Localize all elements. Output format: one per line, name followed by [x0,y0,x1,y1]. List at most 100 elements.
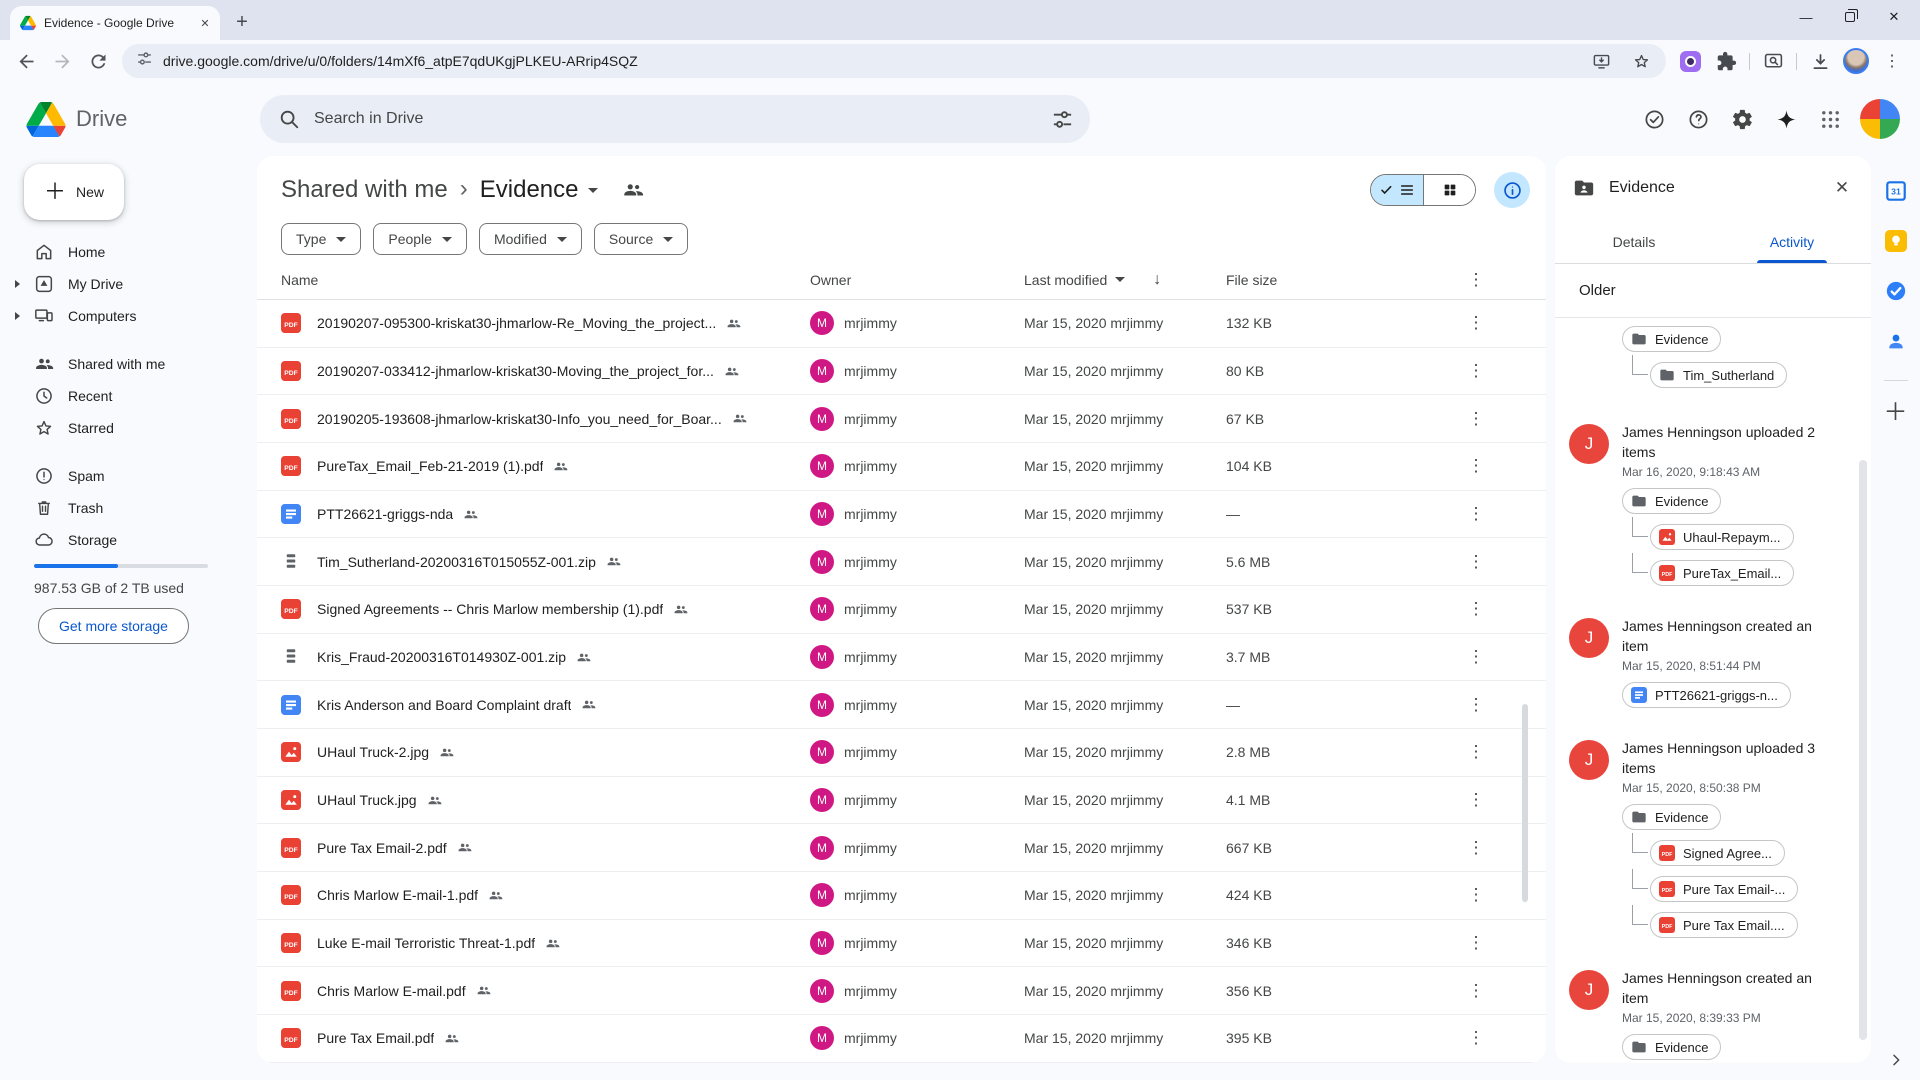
browser-tab[interactable]: Evidence - Google Drive ✕ [10,6,220,40]
file-row[interactable]: PDF Signed Agreements -- Chris Marlow me… [257,586,1546,634]
activity-item-chip[interactable]: Evidence [1622,1034,1721,1060]
filter-chip-people[interactable]: People [373,223,467,255]
file-more-actions-button[interactable]: ⋮ [1468,981,1485,1001]
sidebar-item-shared-with-me[interactable]: Shared with me [0,348,257,380]
search-options-icon[interactable] [1042,99,1082,139]
file-row[interactable]: UHaul Truck-2.jpg M mrjimmy Mar 15, 2020… [257,729,1546,777]
sidebar-item-my-drive[interactable]: My Drive [0,268,257,300]
sort-direction-icon[interactable]: ↓ [1153,271,1161,289]
file-more-actions-button[interactable]: ⋮ [1468,885,1485,905]
file-more-actions-button[interactable]: ⋮ [1468,790,1485,810]
settings-gear-icon[interactable] [1722,99,1762,139]
new-tab-button[interactable]: + [228,8,256,36]
sidebar-item-storage[interactable]: Storage [0,524,257,556]
sidebar-item-computers[interactable]: Computers [0,300,257,332]
file-row[interactable]: PDF Pure Tax Email-2.pdf M mrjimmy Mar 1… [257,824,1546,872]
browser-profile-avatar[interactable] [1838,44,1874,78]
details-info-button[interactable] [1494,172,1530,208]
forward-button[interactable] [44,44,80,78]
file-more-actions-button[interactable]: ⋮ [1468,504,1485,524]
activity-item-chip[interactable]: Tim_Sutherland [1650,362,1787,388]
window-close-button[interactable]: ✕ [1872,0,1916,34]
file-row[interactable]: PDF 20190205-193608-jhmarlow-kriskat30-I… [257,395,1546,443]
new-button[interactable]: ＋ New [24,164,124,220]
file-more-actions-button[interactable]: ⋮ [1468,313,1485,333]
reload-button[interactable] [80,44,116,78]
get-more-storage-button[interactable]: Get more storage [38,608,189,644]
offline-status-icon[interactable] [1634,99,1674,139]
column-header-name[interactable]: Name [281,272,810,288]
file-more-actions-button[interactable]: ⋮ [1468,361,1485,381]
tab-search-icon[interactable] [1755,44,1791,78]
file-row[interactable]: PDF Pure Tax Email.pdf M mrjimmy Mar 15,… [257,1015,1546,1063]
file-row[interactable]: UHaul Truck.jpg M mrjimmy Mar 15, 2020 m… [257,777,1546,825]
close-panel-icon[interactable]: ✕ [1827,173,1857,203]
google-apps-grid-icon[interactable] [1810,99,1850,139]
breadcrumb-parent[interactable]: Shared with me [281,176,448,204]
install-app-icon[interactable] [1586,46,1616,76]
filter-chip-type[interactable]: Type [281,223,361,255]
file-more-actions-button[interactable]: ⋮ [1468,1028,1485,1048]
window-minimize-button[interactable]: — [1784,0,1828,34]
contacts-icon[interactable] [1885,330,1907,352]
tab-details[interactable]: Details [1555,220,1713,263]
file-row[interactable]: PDF PureTax_Email_Feb-21-2019 (1).pdf M … [257,443,1546,491]
search-input[interactable]: Search in Drive [260,95,1090,143]
file-more-actions-button[interactable]: ⋮ [1468,742,1485,762]
filter-chip-source[interactable]: Source [594,223,688,255]
file-list-scrollbar[interactable] [1522,704,1528,902]
activity-item-chip[interactable]: PTT26621-griggs-n... [1622,682,1791,708]
file-more-actions-button[interactable]: ⋮ [1468,647,1485,667]
downloads-icon[interactable] [1802,44,1838,78]
file-more-actions-button[interactable]: ⋮ [1468,599,1485,619]
file-row[interactable]: PDF 20190207-095300-kriskat30-jhmarlow-R… [257,300,1546,348]
collapse-panel-chevron-icon[interactable] [1888,1052,1904,1068]
sidebar-item-starred[interactable]: Starred [0,412,257,444]
activity-item-chip[interactable]: Uhaul-Repaym... [1650,524,1794,550]
sidebar-item-trash[interactable]: Trash [0,492,257,524]
column-header-owner[interactable]: Owner [810,272,1024,288]
help-icon[interactable] [1678,99,1718,139]
file-more-actions-button[interactable]: ⋮ [1468,552,1485,572]
file-row[interactable]: Tim_Sutherland-20200316T015055Z-001.zip … [257,538,1546,586]
address-bar[interactable]: drive.google.com/drive/u/0/folders/14mXf… [122,44,1666,78]
window-restore-button[interactable] [1828,0,1872,34]
column-header-modified[interactable]: Last modified ↓ [1024,271,1226,289]
screenshot-extension-icon[interactable] [1672,44,1708,78]
activity-item-chip[interactable]: Evidence [1622,488,1721,514]
filter-chip-modified[interactable]: Modified [479,223,582,255]
keep-icon[interactable] [1885,230,1907,252]
site-info-icon[interactable] [136,50,153,72]
sidebar-item-recent[interactable]: Recent [0,380,257,412]
expand-arrow-icon[interactable] [10,280,24,288]
account-avatar[interactable] [1860,99,1900,139]
file-more-actions-button[interactable]: ⋮ [1468,933,1485,953]
file-row[interactable]: Kris Anderson and Board Complaint draft … [257,681,1546,729]
activity-item-chip[interactable]: PDFPure Tax Email-... [1650,876,1798,902]
file-more-actions-button[interactable]: ⋮ [1468,409,1485,429]
activity-scrollbar[interactable] [1859,460,1867,1040]
file-row[interactable]: PDF Chris Marlow E-mail-1.pdf M mrjimmy … [257,872,1546,920]
file-row[interactable]: PTT26621-griggs-nda M mrjimmy Mar 15, 20… [257,491,1546,539]
extensions-puzzle-icon[interactable] [1708,44,1744,78]
list-view-button[interactable] [1371,175,1423,205]
breadcrumb-current[interactable]: Evidence [480,176,599,204]
column-options-button[interactable]: ⋮ [1468,270,1485,290]
column-header-size[interactable]: File size [1226,272,1406,288]
calendar-icon[interactable]: 31 [1885,180,1907,202]
url-text[interactable]: drive.google.com/drive/u/0/folders/14mXf… [163,53,1576,69]
add-side-panel-app-icon[interactable]: ＋ [1884,401,1908,425]
sidebar-item-home[interactable]: Home [0,236,257,268]
activity-item-chip[interactable]: Evidence [1622,804,1721,830]
expand-arrow-icon[interactable] [10,312,24,320]
activity-item-chip[interactable]: PDFPureTax_Email... [1650,560,1794,586]
back-button[interactable] [8,44,44,78]
sidebar-item-spam[interactable]: Spam [0,460,257,492]
file-row[interactable]: PDF Chris Marlow E-mail.pdf M mrjimmy Ma… [257,967,1546,1015]
file-more-actions-button[interactable]: ⋮ [1468,456,1485,476]
grid-view-button[interactable] [1423,175,1475,205]
file-more-actions-button[interactable]: ⋮ [1468,695,1485,715]
file-row[interactable]: PDF 20190207-033412-jhmarlow-kriskat30-M… [257,348,1546,396]
activity-item-chip[interactable]: Evidence [1622,326,1721,352]
tab-activity[interactable]: Activity [1713,220,1871,263]
